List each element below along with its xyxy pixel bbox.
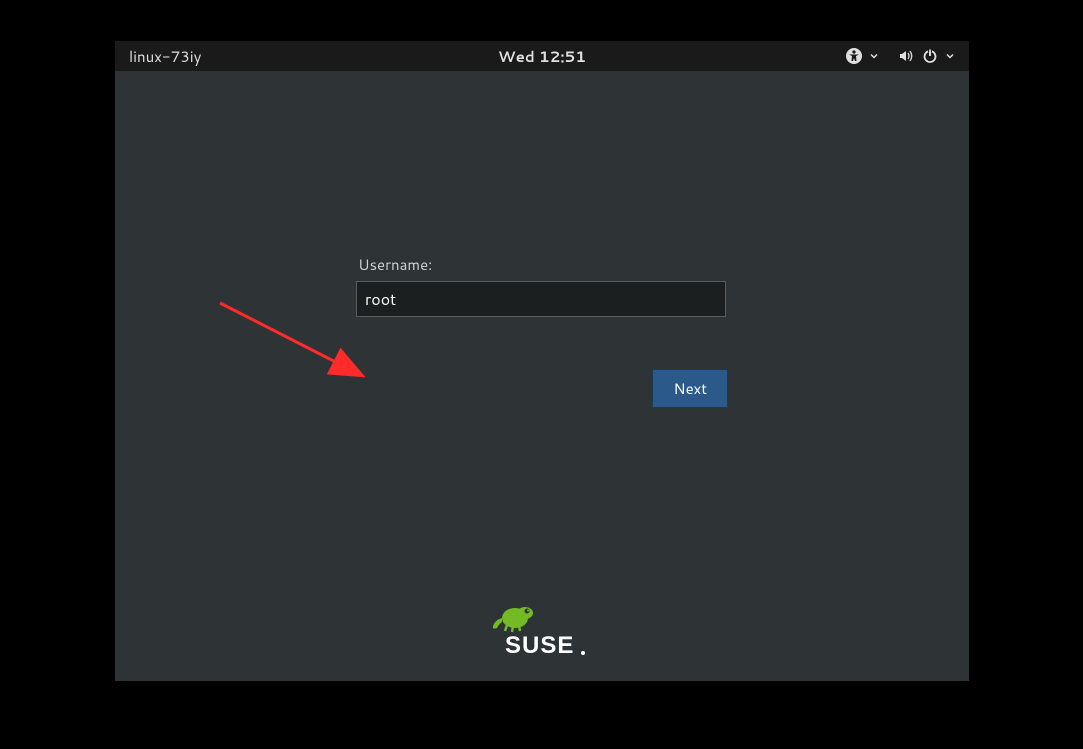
desktop: linux-73iy Wed 12:51 [115, 41, 969, 681]
status-area [845, 47, 955, 65]
username-input[interactable] [356, 281, 726, 317]
username-label: Username: [356, 254, 728, 275]
chameleon-icon: SUSE [487, 601, 597, 659]
hostname-label: linux-73iy [129, 46, 201, 67]
suse-branding: SUSE [487, 601, 597, 659]
accessibility-menu[interactable] [845, 47, 879, 65]
clock[interactable]: Wed 12:51 [498, 46, 586, 67]
power-icon [921, 47, 939, 65]
volume-icon [897, 47, 915, 65]
chevron-down-icon [869, 51, 879, 61]
next-button[interactable]: Next [652, 369, 728, 408]
login-form: Username: Next [356, 254, 728, 408]
svg-text:SUSE: SUSE [505, 632, 574, 659]
chevron-down-icon [945, 51, 955, 61]
system-menu[interactable] [897, 47, 955, 65]
accessibility-icon [845, 47, 863, 65]
top-panel: linux-73iy Wed 12:51 [115, 41, 969, 71]
